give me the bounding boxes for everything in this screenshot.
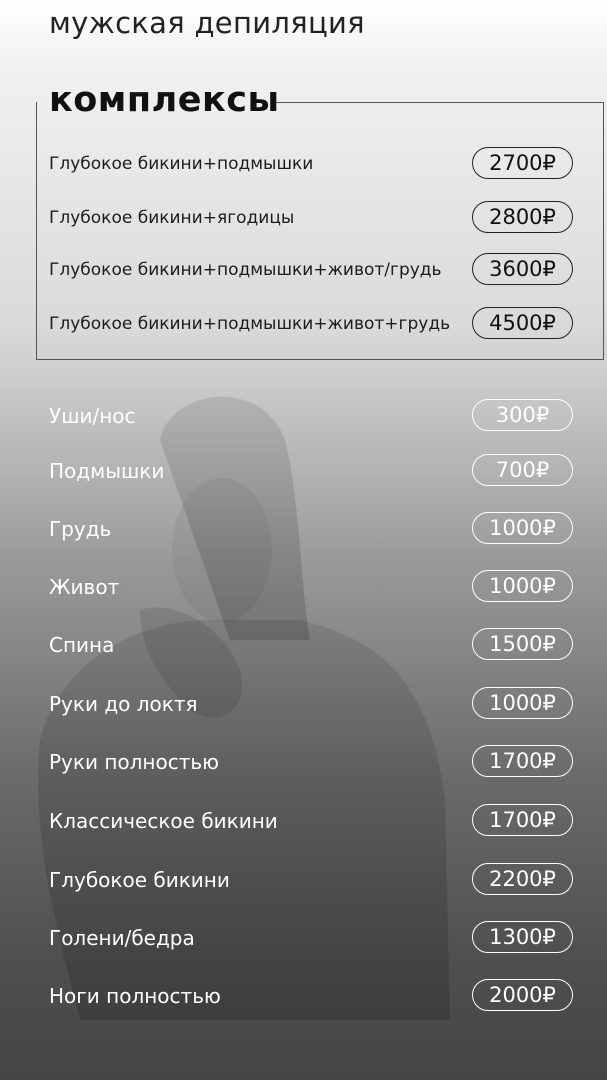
complex-label: Глубокое бикини+ягодицы [49, 208, 295, 228]
service-row: Спина 1500₽ [0, 628, 607, 662]
complexes-title: комплексы [49, 80, 280, 120]
service-row: Ноги полностью 2000₽ [0, 979, 607, 1013]
service-row: Живот 1000₽ [0, 570, 607, 604]
price-badge: 2000₽ [472, 979, 573, 1011]
complex-row: Глубокое бикини+подмышки+живот+грудь 450… [0, 307, 607, 341]
complex-label: Глубокое бикини+подмышки+живот/грудь [49, 260, 442, 280]
price-badge: 2800₽ [472, 201, 573, 233]
service-row: Классическое бикини 1700₽ [0, 804, 607, 838]
price-badge: 1700₽ [472, 745, 573, 777]
service-label: Руки до локтя [49, 692, 198, 716]
complex-row: Глубокое бикини+ягодицы 2800₽ [0, 201, 607, 235]
price-badge: 1000₽ [472, 512, 573, 544]
service-row: Подмышки 700₽ [0, 454, 607, 488]
service-label: Подмышки [49, 459, 165, 483]
page-title: мужская депиляция [49, 6, 365, 40]
service-row: Грудь 1000₽ [0, 512, 607, 546]
service-row: Глубокое бикини 2200₽ [0, 863, 607, 897]
price-badge: 1000₽ [472, 570, 573, 602]
price-badge: 700₽ [472, 454, 573, 486]
price-badge: 2200₽ [472, 863, 573, 895]
complex-label: Глубокое бикини+подмышки+живот+грудь [49, 314, 451, 334]
service-label: Голени/бедра [49, 926, 195, 950]
price-badge: 1700₽ [472, 804, 573, 836]
service-label: Классическое бикини [49, 809, 278, 833]
service-row: Голени/бедра 1300₽ [0, 921, 607, 955]
price-badge: 2700₽ [472, 147, 573, 179]
service-label: Ноги полностью [49, 984, 221, 1008]
service-row: Уши/нос 300₽ [0, 399, 607, 433]
price-badge: 1300₽ [472, 921, 573, 953]
service-label: Глубокое бикини [49, 868, 230, 892]
service-label: Спина [49, 633, 115, 657]
price-badge: 300₽ [472, 399, 573, 431]
complexes-frame-top-line [273, 102, 604, 103]
complex-row: Глубокое бикини+подмышки+живот/грудь 360… [0, 253, 607, 287]
service-label: Живот [49, 575, 120, 599]
complex-row: Глубокое бикини+подмышки 2700₽ [0, 147, 607, 181]
price-badge: 1500₽ [472, 628, 573, 660]
service-label: Грудь [49, 517, 112, 541]
service-label: Руки полностью [49, 750, 220, 774]
service-row: Руки до локтя 1000₽ [0, 687, 607, 721]
service-row: Руки полностью 1700₽ [0, 745, 607, 779]
price-badge: 4500₽ [472, 307, 573, 339]
service-label: Уши/нос [49, 404, 136, 428]
price-badge: 3600₽ [472, 253, 573, 285]
price-badge: 1000₽ [472, 687, 573, 719]
complex-label: Глубокое бикини+подмышки [49, 154, 314, 174]
